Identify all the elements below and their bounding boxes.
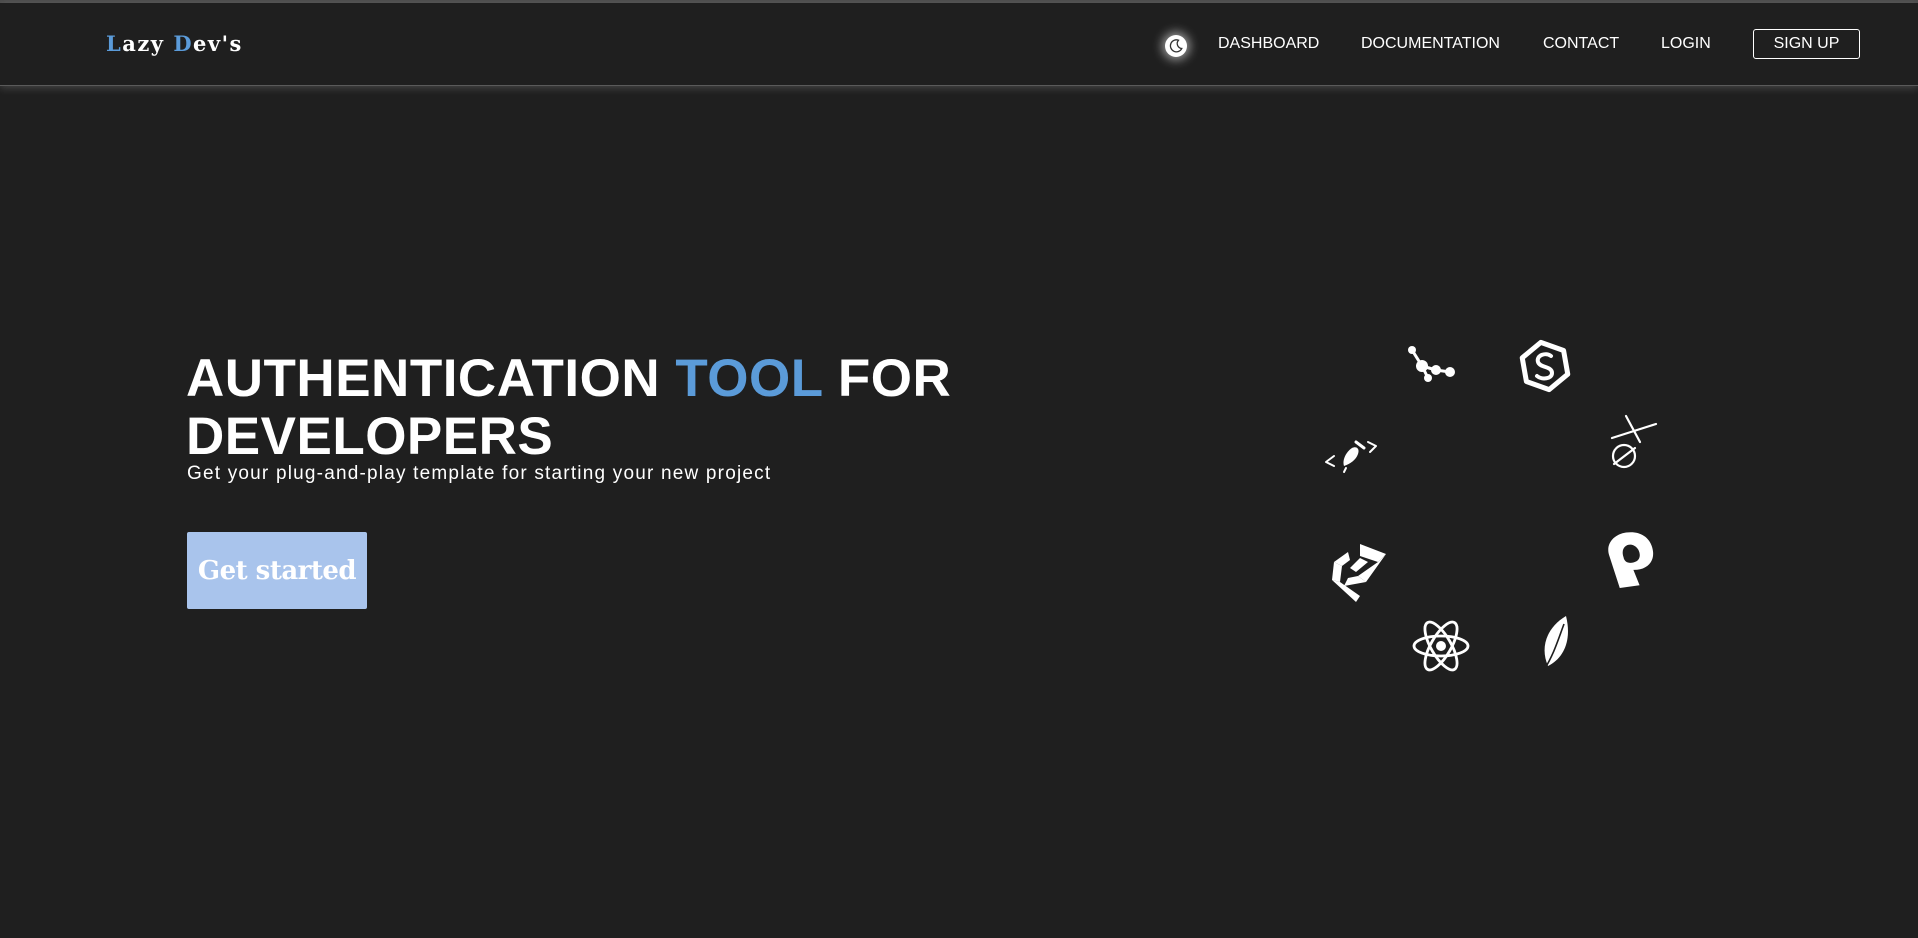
nav-login-link[interactable]: LOGIN xyxy=(1661,35,1711,53)
theme-toggle-button[interactable] xyxy=(1165,35,1187,57)
hero-title-part1: AUTHENTICATION xyxy=(186,349,676,408)
logo-letter-d: D xyxy=(173,31,194,56)
molecule-nodes-icon xyxy=(1404,344,1462,393)
pipedream-p-icon xyxy=(1606,528,1658,597)
nav-documentation-link[interactable]: DOCUMENTATION xyxy=(1361,35,1500,53)
get-started-button[interactable]: Get started xyxy=(187,532,367,609)
signup-button[interactable]: SIGN UP xyxy=(1753,29,1860,59)
brush-code-icon xyxy=(1322,434,1380,479)
logo-word-devs: ev's xyxy=(193,31,243,56)
logo-letter-l: L xyxy=(106,31,123,56)
logo-word-azy: azy xyxy=(122,31,165,56)
react-atom-icon xyxy=(1410,618,1472,679)
hero-title-accent: TOOL xyxy=(675,349,823,408)
zigzag-logo-icon xyxy=(1330,540,1390,609)
navbar: Lazy Dev's DASHBOARD DOCUMENTATION CONTA… xyxy=(0,3,1918,86)
hexagon-s-icon xyxy=(1518,338,1572,399)
nav-contact-link[interactable]: CONTACT xyxy=(1543,35,1619,53)
nav-dashboard-link[interactable]: DASHBOARD xyxy=(1218,35,1319,53)
logo[interactable]: Lazy Dev's xyxy=(106,31,243,56)
leaf-icon xyxy=(1536,614,1576,677)
hero-subtitle: Get your plug-and-play template for star… xyxy=(187,463,772,484)
xp-symbol-icon xyxy=(1604,412,1660,479)
hero-title: AUTHENTICATION TOOL FOR DEVELOPERS xyxy=(186,350,1046,466)
moon-icon xyxy=(1169,39,1183,53)
